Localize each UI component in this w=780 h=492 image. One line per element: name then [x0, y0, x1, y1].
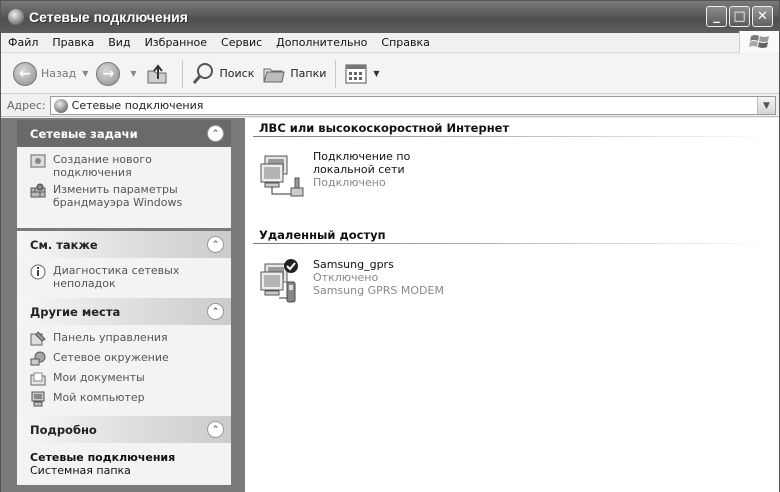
back-label: Назад: [41, 67, 77, 80]
window-title: Сетевые подключения: [29, 9, 188, 25]
collapse-icon[interactable]: ⌃: [207, 303, 224, 320]
task-label: Изменить параметры брандмауэра Windows: [53, 183, 183, 209]
network-tasks-panel: Сетевые задачи ⌃ Создание нового подключ…: [17, 120, 231, 228]
task-pane: Сетевые задачи ⌃ Создание нового подключ…: [1, 118, 245, 492]
place-my-documents[interactable]: Мои документы: [30, 371, 223, 387]
menu-advanced[interactable]: Дополнительно: [269, 36, 374, 49]
menu-help[interactable]: Справка: [374, 36, 436, 49]
menu-bar: Файл Правка Вид Избранное Сервис Дополни…: [1, 31, 779, 53]
menu-favorites[interactable]: Избранное: [138, 36, 214, 49]
control-panel-icon: [30, 331, 46, 346]
new-connection-icon: [30, 154, 46, 168]
task-create-connection[interactable]: Создание нового подключения: [30, 153, 223, 179]
connection-dialup[interactable]: Samsung_gprs Отключено Samsung GPRS MODE…: [259, 258, 444, 306]
lan-connection-icon: [260, 155, 304, 197]
close-button[interactable]: ✕: [752, 6, 773, 27]
dialup-connection-icon: [260, 259, 298, 303]
panel-title: Сетевые задачи: [30, 126, 138, 141]
collapse-icon[interactable]: ⌃: [207, 125, 224, 142]
minimize-button[interactable]: _: [706, 6, 727, 27]
group-header-lan: ЛВС или высокоскоростной Интернет: [259, 121, 510, 135]
back-button[interactable]: ← Назад: [9, 59, 80, 89]
panel-title: Другие места: [30, 304, 121, 319]
task-label: Создание нового подключения: [53, 153, 152, 179]
views-dropdown-icon: ▼: [373, 69, 380, 78]
search-label: Поиск: [219, 67, 255, 80]
connection-device: Samsung GPRS MODEM: [313, 284, 444, 297]
group-divider: [253, 136, 773, 137]
place-label: Панель управления: [53, 331, 168, 344]
back-dropdown-icon[interactable]: ▼: [82, 69, 88, 78]
content-pane: ЛВС или высокоскоростной Интернет Подклю…: [245, 118, 779, 492]
toolbar: ← Назад ▼ → ▼ Поиск Папки ▼: [1, 54, 779, 94]
menu-tools[interactable]: Сервис: [214, 36, 269, 49]
connection-name: Подключение по локальной сети: [313, 150, 411, 176]
search-icon: [192, 62, 213, 84]
task-label: Диагностика сетевых неполадок: [53, 264, 180, 290]
chevron-down-icon[interactable]: ▼: [757, 97, 775, 114]
address-value: Сетевые подключения: [71, 99, 204, 112]
place-control-panel[interactable]: Панель управления: [30, 331, 223, 347]
menu-view[interactable]: Вид: [101, 36, 137, 49]
up-button[interactable]: [141, 59, 177, 89]
place-label: Мои документы: [53, 371, 145, 384]
back-arrow-icon: ←: [13, 61, 37, 86]
place-my-computer[interactable]: Мой компьютер: [30, 391, 223, 407]
collapse-icon[interactable]: ⌃: [207, 421, 224, 438]
network-neighborhood-icon: [30, 351, 46, 366]
maximize-button[interactable]: □: [729, 6, 750, 27]
connection-status: Подключено: [313, 176, 386, 189]
forward-button[interactable]: →: [92, 59, 128, 89]
see-also-panel: См. также ⌃ Диагностика сетевых неполадо…: [17, 231, 231, 302]
place-network-neighborhood[interactable]: Сетевое окружение: [30, 351, 223, 367]
other-places-panel: Другие места ⌃ Панель управления Сетевое…: [17, 298, 231, 419]
see-also-header[interactable]: См. также ⌃: [17, 231, 231, 258]
details-name: Сетевые подключения: [30, 451, 176, 464]
group-divider: [253, 243, 773, 244]
connection-status: Отключено: [313, 271, 379, 284]
collapse-icon[interactable]: ⌃: [207, 236, 224, 253]
details-type: Системная папка: [30, 464, 131, 477]
address-input[interactable]: Сетевые подключения ▼: [49, 96, 776, 115]
search-button[interactable]: Поиск: [188, 59, 259, 89]
views-icon: [345, 64, 367, 83]
folders-icon: [263, 68, 285, 82]
folder-up-icon: [147, 63, 167, 83]
folders-label: Папки: [290, 67, 327, 80]
task-diagnostics[interactable]: Диагностика сетевых неполадок: [30, 264, 223, 290]
title-bar[interactable]: Сетевые подключения _ □ ✕: [1, 1, 779, 33]
place-label: Мой компьютер: [53, 391, 145, 404]
menu-file[interactable]: Файл: [1, 36, 45, 49]
panel-title: Подробно: [30, 422, 97, 437]
panel-title: См. также: [30, 237, 98, 252]
folders-button[interactable]: Папки: [258, 59, 330, 89]
documents-folder-icon: [30, 372, 46, 386]
details-panel: Подробно ⌃ Сетевые подключения Системная…: [17, 416, 231, 485]
explorer-window: Сетевые подключения _ □ ✕ Файл Правка Ви…: [0, 0, 780, 492]
details-header[interactable]: Подробно ⌃: [17, 416, 231, 443]
group-header-dialup: Удаленный доступ: [259, 228, 386, 242]
network-connections-icon: [8, 9, 24, 25]
toolbar-separator: [335, 59, 337, 88]
address-bar: Адрес: Сетевые подключения ▼: [1, 95, 779, 117]
firewall-icon: [30, 183, 46, 198]
task-firewall-settings[interactable]: Изменить параметры брандмауэра Windows: [30, 183, 223, 209]
windows-logo-icon: [739, 31, 779, 53]
network-connections-icon: [53, 98, 68, 113]
address-label: Адрес:: [7, 99, 46, 112]
network-tasks-header[interactable]: Сетевые задачи ⌃: [17, 120, 231, 147]
connection-lan[interactable]: Подключение по локальной сети Подключено: [259, 150, 463, 198]
info-icon: [30, 264, 46, 280]
connection-name: Samsung_gprs: [313, 258, 394, 271]
menu-edit[interactable]: Правка: [45, 36, 101, 49]
place-label: Сетевое окружение: [53, 351, 169, 364]
views-button[interactable]: ▼: [341, 59, 387, 89]
forward-dropdown-icon[interactable]: ▼: [130, 69, 136, 78]
other-places-header[interactable]: Другие места ⌃: [17, 298, 231, 325]
forward-arrow-icon: →: [96, 61, 121, 86]
toolbar-separator: [181, 59, 183, 88]
computer-icon: [31, 391, 45, 407]
